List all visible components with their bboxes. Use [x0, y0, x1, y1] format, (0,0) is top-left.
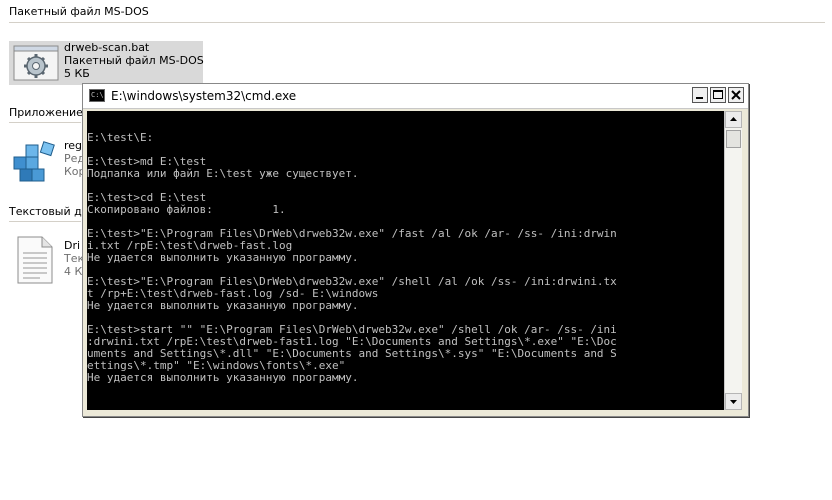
group-header-application: Приложение: [9, 106, 83, 119]
cmd-prompt-icon: C:\: [89, 89, 105, 102]
file-name: drweb-scan.bat: [64, 41, 150, 54]
registry-cubes-icon: [11, 141, 57, 187]
scroll-thumb[interactable]: [726, 130, 741, 148]
group-header-text: Текстовый д: [9, 205, 82, 218]
close-button[interactable]: [728, 87, 744, 103]
maximize-icon: [713, 90, 723, 99]
console-text: E:\test\E: E:\test>md E:\test Подпапка и…: [87, 131, 617, 384]
arrow-up-icon: [730, 117, 737, 121]
minimize-icon: [696, 97, 703, 99]
scroll-up-button[interactable]: [725, 111, 742, 128]
file-size: 5 КБ: [64, 67, 90, 80]
file-item-dri[interactable]: Dri Тек 4 К: [9, 234, 84, 289]
file-item-drweb-scan-bat[interactable]: drweb-scan.bat Пакетный файл MS-DOS 5 КБ: [9, 41, 204, 85]
cmd-titlebar[interactable]: C:\ E:\windows\system32\cmd.exe: [83, 84, 748, 109]
console-output[interactable]: E:\test\E: E:\test>md E:\test Подпапка и…: [87, 111, 724, 410]
cmd-window[interactable]: C:\ E:\windows\system32\cmd.exe E:\test\…: [82, 83, 749, 417]
minimize-button[interactable]: [692, 87, 708, 103]
close-icon: [731, 90, 741, 100]
gear-batch-icon: [13, 45, 59, 85]
scroll-down-button[interactable]: [725, 393, 742, 410]
arrow-down-icon: [730, 400, 737, 404]
maximize-button[interactable]: [710, 87, 726, 103]
vertical-scrollbar[interactable]: [724, 111, 742, 410]
file-type: Пакетный файл MS-DOS: [64, 54, 204, 67]
group-divider: [9, 22, 825, 23]
window-title: E:\windows\system32\cmd.exe: [111, 89, 297, 103]
text-document-icon: [16, 235, 54, 289]
group-divider: [9, 122, 81, 123]
file-item-reg[interactable]: reg Ред Кор: [9, 139, 86, 187]
group-header-batch: Пакетный файл MS-DOS: [9, 5, 149, 18]
group-divider: [9, 221, 81, 222]
